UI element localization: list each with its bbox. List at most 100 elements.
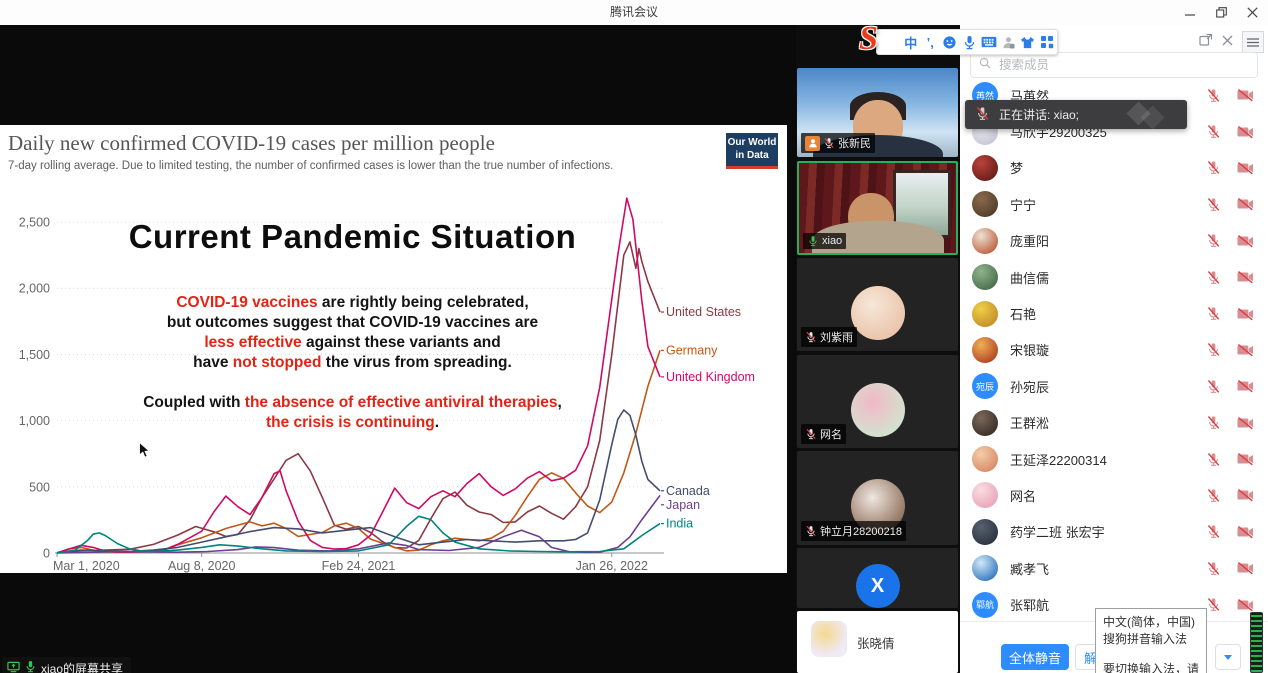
screen-share-icon [7, 661, 20, 673]
participant-name: 张晓倩 [857, 633, 895, 652]
member-avatar [972, 446, 998, 472]
ime-tooltip-line: 搜狗拼音输入法 [1103, 631, 1199, 648]
avatar [851, 286, 905, 340]
ime-punctuation-toggle[interactable]: ’, [921, 35, 941, 50]
close-panel-icon[interactable] [1222, 33, 1233, 51]
member-mic-muted-icon[interactable] [1206, 452, 1221, 467]
member-row[interactable]: 臧孝飞 [960, 550, 1268, 586]
member-camera-muted-icon[interactable] [1237, 270, 1254, 284]
video-name-chip: 刘紫雨 [801, 327, 857, 347]
minimize-button[interactable] [1185, 7, 1196, 18]
member-row[interactable]: 庞重阳 [960, 223, 1268, 259]
member-row[interactable]: 宁宁 [960, 186, 1268, 222]
video-tile[interactable]: 张新民 [797, 68, 958, 157]
member-mic-muted-icon[interactable] [1206, 270, 1221, 285]
svg-text:2,500: 2,500 [19, 216, 50, 230]
mic-muted-icon [805, 525, 817, 537]
member-camera-muted-icon[interactable] [1237, 379, 1254, 393]
popout-panel-icon[interactable] [1199, 33, 1213, 51]
member-mic-muted-icon[interactable] [1206, 561, 1221, 576]
mute-all-button[interactable]: 全体静音 [1001, 644, 1069, 670]
member-row[interactable]: 网名 [960, 477, 1268, 513]
member-camera-muted-icon[interactable] [1237, 343, 1254, 357]
member-name: 梦 [1010, 158, 1206, 177]
member-row[interactable]: 曲信儒 [960, 259, 1268, 295]
member-camera-muted-icon[interactable] [1237, 197, 1254, 211]
member-row[interactable]: 宛辰 孙宛辰 [960, 368, 1268, 404]
member-mic-muted-icon[interactable] [1206, 415, 1221, 430]
member-mic-muted-icon[interactable] [1206, 342, 1221, 357]
member-mic-muted-icon[interactable] [1206, 160, 1221, 175]
member-mic-muted-icon[interactable] [1206, 488, 1221, 503]
member-row[interactable]: 王延泽22200314 [960, 441, 1268, 477]
member-mic-muted-icon[interactable] [1206, 379, 1221, 394]
sogou-logo: S [859, 22, 878, 56]
member-camera-muted-icon[interactable] [1237, 125, 1254, 139]
restore-button[interactable] [1216, 7, 1227, 18]
member-avatar [972, 519, 998, 545]
member-camera-muted-icon[interactable] [1237, 525, 1254, 539]
tencent-meeting-window: Daily new confirmed COVID-19 cases per m… [0, 0, 1268, 673]
member-camera-muted-icon[interactable] [1237, 161, 1254, 175]
member-avatar [972, 482, 998, 508]
member-camera-muted-icon[interactable] [1237, 88, 1254, 102]
video-tile[interactable]: 刘紫雨 [797, 258, 958, 351]
member-mic-muted-icon[interactable] [1206, 197, 1221, 212]
member-row[interactable]: 王群淞 [960, 405, 1268, 441]
member-search-box[interactable] [970, 52, 1258, 78]
member-camera-muted-icon[interactable] [1237, 234, 1254, 248]
participant-name: 钟立月28200218 [820, 523, 902, 539]
member-mic-muted-icon[interactable] [1206, 524, 1221, 539]
window-titlebar: 腾讯会议 [0, 0, 1268, 25]
avatar [851, 383, 905, 437]
video-tile[interactable]: X [797, 548, 958, 608]
member-mic-muted-icon[interactable] [1206, 597, 1221, 612]
video-tile[interactable]: xiao [797, 161, 958, 255]
video-name-chip: 钟立月28200218 [801, 521, 906, 541]
toolbox-icon[interactable] [1038, 35, 1058, 49]
slide-paragraph-1: COVID-19 vaccines are rightly being cele… [60, 293, 645, 373]
video-tile[interactable]: 网名 [797, 355, 958, 448]
member-row[interactable]: 宋银璇 [960, 332, 1268, 368]
member-camera-muted-icon[interactable] [1237, 452, 1254, 466]
slide-heading: Current Pandemic Situation [60, 218, 645, 256]
mic-muted-icon [805, 428, 817, 440]
svg-text:Jan 26, 2022: Jan 26, 2022 [576, 559, 648, 573]
profile-icon[interactable] [999, 36, 1019, 49]
member-row[interactable]: 梦 [960, 150, 1268, 186]
member-name: 网名 [1010, 486, 1206, 505]
member-mic-muted-icon[interactable] [1206, 124, 1221, 139]
video-tile[interactable]: 张晓倩 [797, 611, 958, 673]
member-avatar: 宛辰 [972, 373, 998, 399]
member-camera-muted-icon[interactable] [1237, 598, 1254, 612]
member-avatar [972, 155, 998, 181]
skin-icon[interactable] [1018, 36, 1038, 49]
ime-language-tooltip: 中文(简体，中国)搜狗拼音输入法要切换输入法，请按Windows 键+空格键 [1095, 608, 1207, 673]
member-camera-muted-icon[interactable] [1237, 307, 1254, 321]
search-input[interactable] [997, 57, 1249, 73]
member-mic-muted-icon[interactable] [1206, 88, 1221, 103]
member-avatar [972, 410, 998, 436]
member-mic-muted-icon[interactable] [1206, 233, 1221, 248]
voice-input-icon[interactable] [960, 35, 980, 50]
member-list-panel: 苒然 马苒然 马欣宇29200325 梦 宁宁 庞重阳 曲信儒 石艳 [960, 25, 1268, 673]
video-tile[interactable]: 钟立月28200218 [797, 451, 958, 545]
keyboard-icon[interactable] [979, 36, 999, 48]
ime-mode-toggle[interactable]: 中 [901, 33, 921, 52]
member-avatar [972, 191, 998, 217]
sogou-ime-toolbar[interactable]: S 中 ’, [876, 29, 1058, 55]
member-mic-muted-icon[interactable] [1206, 306, 1221, 321]
member-camera-muted-icon[interactable] [1237, 488, 1254, 502]
emoji-icon[interactable] [940, 35, 960, 50]
member-row[interactable]: 石艳 [960, 295, 1268, 331]
audio-level-meter [1250, 612, 1263, 673]
panel-menu-icon[interactable] [1242, 31, 1264, 53]
member-row[interactable]: 药学二班 张宏宇 [960, 514, 1268, 550]
close-button[interactable] [1247, 7, 1258, 18]
member-camera-muted-icon[interactable] [1237, 416, 1254, 430]
svg-text:Germany: Germany [666, 343, 718, 357]
member-avatar [972, 555, 998, 581]
video-thumbnail-column: 张新民xiao 刘紫雨网名钟立月28200218 X 张晓倩 [796, 25, 960, 673]
more-actions-button[interactable] [1215, 644, 1241, 670]
member-camera-muted-icon[interactable] [1237, 561, 1254, 575]
